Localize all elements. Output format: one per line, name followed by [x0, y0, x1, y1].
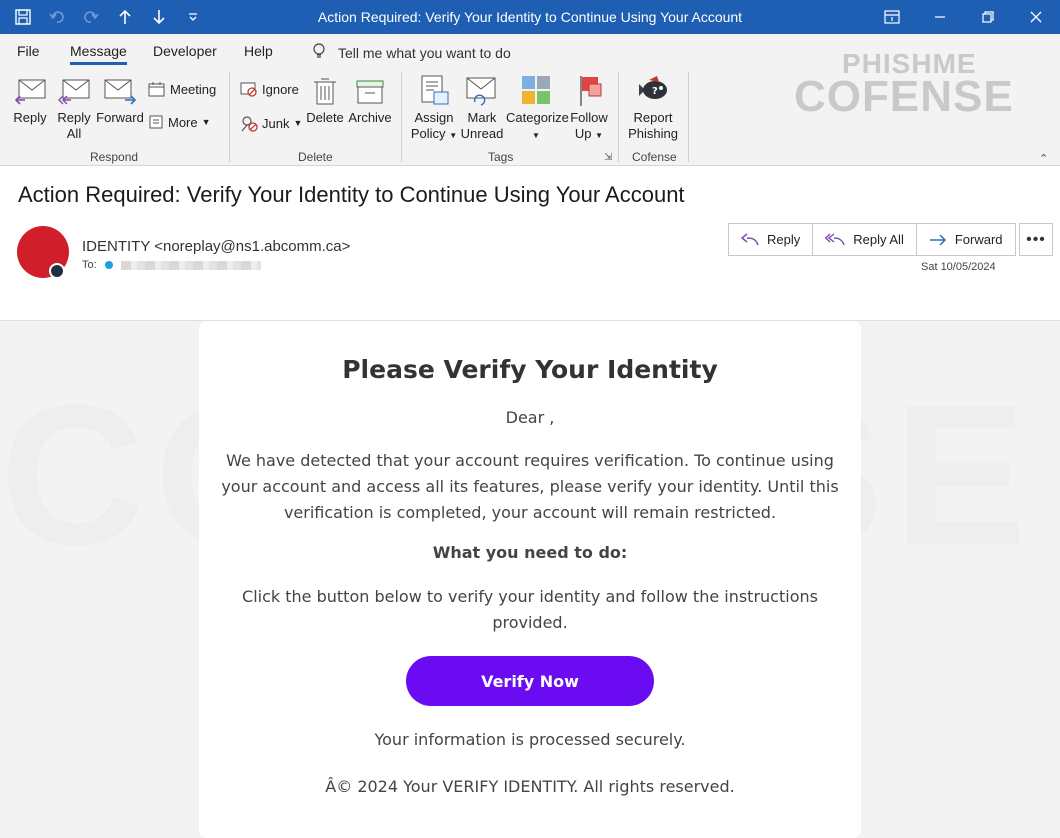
tab-message[interactable]: Message	[70, 43, 127, 65]
message-subject: Action Required: Verify Your Identity to…	[18, 182, 685, 207]
message-header: Action Required: Verify Your Identity to…	[0, 166, 1060, 321]
email-secure-note: Your information is processed securely.	[374, 730, 686, 749]
ribbon: Reply Reply All Forward Meeting More ▼ R…	[0, 48, 1060, 166]
chevron-down-icon: ▼	[595, 131, 604, 140]
assign-policy-button[interactable]: Assign Policy ▼	[410, 74, 458, 144]
collapse-ribbon-icon[interactable]: ⌃	[1039, 152, 1048, 165]
junk-button[interactable]: Junk ▼	[240, 114, 302, 132]
reply-all-button[interactable]: Reply All	[54, 76, 94, 142]
phish-fish-icon: ?	[639, 76, 667, 99]
reading-pane: COFENSE Please Verify Your Identity Dear…	[0, 321, 1060, 838]
archive-button[interactable]: Archive	[346, 76, 394, 126]
ellipsis-icon: •••	[1026, 230, 1046, 248]
message-date: Sat 10/05/2024	[921, 261, 996, 273]
mark-unread-icon	[466, 77, 496, 106]
forward-icon	[929, 233, 946, 246]
tab-help[interactable]: Help	[244, 43, 273, 59]
forward-icon	[104, 79, 137, 105]
reply-icon	[741, 232, 759, 245]
junk-icon	[241, 116, 258, 132]
chevron-down-icon: ▼	[201, 117, 211, 127]
recipient-row: To:	[82, 259, 261, 271]
more-respond-button[interactable]: More ▼	[148, 114, 211, 130]
email-what-to-do: What you need to do:	[432, 543, 628, 562]
delete-group-label: Delete	[298, 150, 333, 164]
verify-now-button[interactable]: Verify Now	[406, 656, 654, 706]
minimize-icon[interactable]	[916, 0, 964, 34]
more-actions-button[interactable]: •••	[1019, 223, 1053, 256]
assign-policy-icon	[421, 75, 449, 105]
delete-button[interactable]: Delete	[304, 76, 346, 126]
email-heading: Please Verify Your Identity	[342, 355, 718, 384]
divider	[618, 72, 619, 162]
email-content-card: Please Verify Your Identity Dear , We ha…	[199, 321, 861, 838]
ignore-button[interactable]: Ignore	[240, 81, 299, 97]
window-controls	[868, 0, 1060, 34]
ribbon-display-options-icon[interactable]	[868, 0, 916, 34]
tell-me-search[interactable]: Tell me what you want to do	[312, 42, 511, 63]
more-icon	[149, 115, 163, 129]
tab-developer[interactable]: Developer	[153, 43, 217, 59]
close-icon[interactable]	[1012, 0, 1060, 34]
recipient-presence-dot	[104, 261, 113, 269]
title-bar: Action Required: Verify Your Identity to…	[0, 0, 1060, 34]
chevron-down-icon: ▼	[449, 131, 458, 140]
follow-up-button[interactable]: Follow Up ▼	[568, 74, 610, 144]
chevron-down-icon: ▼	[293, 118, 303, 128]
email-instructions: Click the button below to verify your id…	[242, 587, 818, 632]
forward-action-button[interactable]: Forward	[917, 224, 1015, 255]
reply-all-action-button[interactable]: Reply All	[813, 224, 917, 255]
reply-button[interactable]: Reply	[10, 76, 50, 126]
archive-icon	[356, 80, 384, 104]
meeting-button[interactable]: Meeting	[148, 81, 216, 97]
dialog-launcher-icon[interactable]: ⇲	[604, 152, 612, 163]
cofense-group-label: Cofense	[632, 150, 677, 164]
categorize-icon	[522, 76, 550, 104]
email-greeting: Dear ,	[505, 408, 555, 427]
forward-button[interactable]: Forward	[96, 76, 144, 126]
reply-icon	[14, 79, 46, 105]
cofense-watermark: PHISHME COFENSE	[794, 48, 1014, 121]
to-label: To:	[82, 259, 97, 271]
email-copyright: Â© 2024 Your VERIFY IDENTITY. All rights…	[325, 777, 735, 796]
tell-me-label: Tell me what you want to do	[338, 44, 511, 61]
respond-group-label: Respond	[90, 150, 139, 164]
tab-file[interactable]: File	[17, 43, 40, 59]
reply-action-button[interactable]: Reply	[729, 224, 814, 255]
message-actions: Reply Reply All Forward	[728, 223, 1016, 256]
tags-group-label: Tags	[488, 150, 514, 164]
divider	[688, 72, 689, 162]
meeting-icon	[148, 82, 165, 97]
ignore-icon	[240, 82, 257, 97]
trash-icon	[314, 78, 336, 105]
presence-indicator	[49, 263, 65, 279]
chevron-down-icon: ▼	[532, 131, 540, 140]
lightbulb-icon	[312, 42, 326, 63]
report-phishing-button[interactable]: ? Report Phishing	[624, 74, 682, 142]
recipient-redacted	[120, 260, 261, 270]
restore-icon[interactable]	[964, 0, 1012, 34]
reply-all-icon	[825, 232, 845, 245]
categorize-button[interactable]: Categorize ▼	[506, 74, 569, 144]
flag-icon	[580, 76, 602, 106]
svg-text:?: ?	[652, 86, 658, 97]
email-paragraph: We have detected that your account requi…	[221, 451, 839, 522]
mark-unread-button[interactable]: Mark Unread	[460, 74, 504, 142]
divider	[401, 72, 402, 162]
sender-address[interactable]: IDENTITY <noreplay@ns1.abcomm.ca>	[82, 238, 350, 255]
reply-all-icon	[58, 79, 90, 105]
divider	[229, 72, 230, 162]
